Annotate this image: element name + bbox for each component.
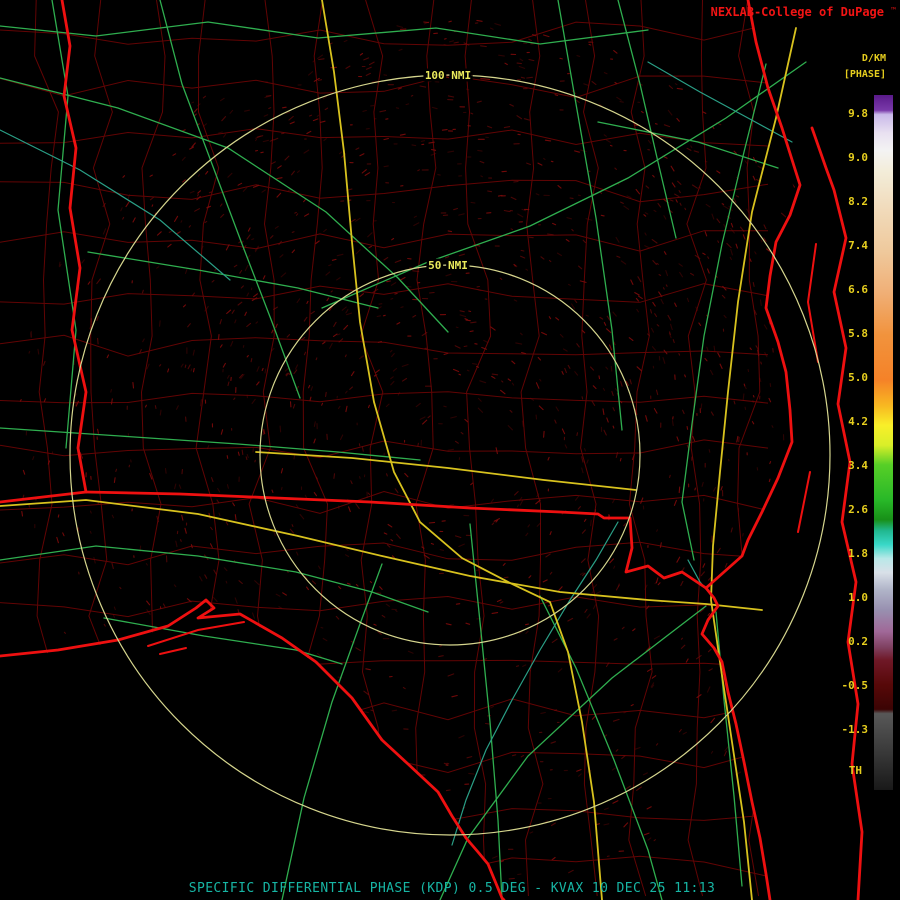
- radar-display: 100 NMI 50 NMI 9.8 9.0 8.2 7.4 6.6 5.8 5.0 4.2 3…: [0, 0, 900, 900]
- state-border-al-ga: [60, 0, 88, 494]
- highway-line: [321, 61, 807, 309]
- colorbar-value: 2.6: [848, 503, 868, 516]
- highway-line: [87, 251, 379, 309]
- range-rings-layer: 100 NMI 50 NMI: [69, 67, 831, 836]
- colorbar-value: 5.8: [848, 327, 868, 340]
- colorbar-value: 9.0: [848, 151, 868, 164]
- colorbar-value: -1.3: [842, 723, 869, 736]
- radar-map-canvas: 100 NMI 50 NMI 9.8 9.0 8.2 7.4 6.6 5.8 5.0 4.2 3…: [0, 0, 897, 900]
- colorbar-value: 6.6: [848, 283, 868, 296]
- highway-line: [539, 595, 663, 900]
- coastline-gulf: [0, 598, 506, 900]
- header: NEXLAB-College of DuPage ™ D/KM [PHASE]: [711, 5, 897, 80]
- colorbar-value: 7.4: [848, 239, 868, 252]
- brand-text: NEXLAB-College of DuPage: [711, 5, 884, 19]
- highway-line: [0, 545, 429, 613]
- colorbar-threshold-label: TH: [849, 764, 862, 777]
- highway-line: [681, 63, 767, 561]
- colorbar-value: 3.4: [848, 459, 868, 472]
- range-ring-100nmi-label: 100 NMI: [425, 69, 471, 82]
- colorbar-value: 0.2: [848, 635, 868, 648]
- colorbar-labels: 9.8 9.0 8.2 7.4 6.6 5.8 5.0 4.2 3.4 2.6 1.8 1.0 0.2 -…: [842, 107, 869, 736]
- units-label: D/KM: [862, 53, 886, 64]
- colorbar: 9.8 9.0 8.2 7.4 6.6 5.8 5.0 4.2 3.4 2.6 1.8 1.0 0.2 -…: [842, 95, 893, 790]
- radar-echo-clip: [19, 19, 800, 887]
- colorbar-value: 1.8: [848, 547, 868, 560]
- colorbar-value: 4.2: [848, 415, 868, 428]
- product-label: [PHASE]: [844, 69, 886, 80]
- state-border-ga-fl: [84, 490, 708, 590]
- highway-line: [715, 611, 743, 887]
- county-line: [0, 21, 769, 877]
- river-line: [0, 129, 231, 281]
- river-line-altamaha: [647, 61, 793, 143]
- colorbar-strip: [874, 95, 893, 790]
- barrier-island: [797, 471, 811, 533]
- interstate-lines-layer: [0, 0, 797, 900]
- colorbar-value: 5.0: [848, 371, 868, 384]
- highway-line: [557, 0, 623, 431]
- coastal-island: [159, 647, 187, 655]
- colorbar-value: 9.8: [848, 107, 868, 120]
- trademark-icon: ™: [890, 6, 896, 15]
- range-ring-100nmi: [69, 74, 831, 836]
- colorbar-value: -0.5: [842, 679, 869, 692]
- colorbar-value: 8.2: [848, 195, 868, 208]
- radar-echo-layer: [19, 19, 800, 887]
- range-ring-50nmi-label: 50 NMI: [428, 259, 468, 272]
- interstate-i75: [321, 0, 603, 900]
- colorbar-value: 1.0: [848, 591, 868, 604]
- county-lines-layer: [0, 0, 769, 897]
- radar-echo-speckles: [25, 21, 800, 887]
- status-bar-text: SPECIFIC DIFFERENTIAL PHASE (KDP) 0.5 DE…: [189, 881, 716, 896]
